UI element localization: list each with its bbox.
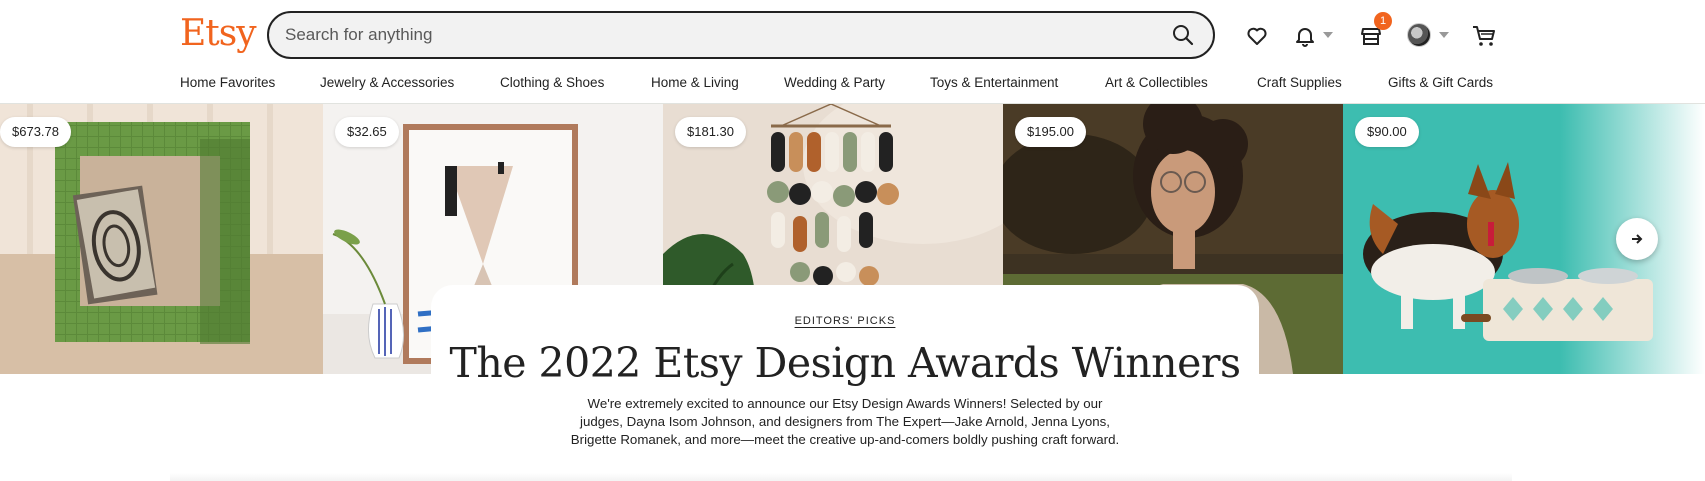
price-badge: $32.65 — [335, 117, 399, 147]
nav-item-jewelry-accessories[interactable]: Jewelry & Accessories — [320, 70, 454, 96]
price-badge: $90.00 — [1355, 117, 1419, 147]
section-divider — [170, 473, 1512, 481]
arrow-right-icon — [1632, 234, 1643, 244]
cart-button[interactable] — [1466, 18, 1502, 54]
nav-item-clothing-shoes[interactable]: Clothing & Shoes — [500, 70, 604, 96]
favorites-button[interactable] — [1239, 18, 1275, 54]
nav-item-home-favorites[interactable]: Home Favorites — [180, 70, 275, 96]
editorial-blurb: We're extremely excited to announce our … — [570, 396, 1120, 447]
notifications-button[interactable] — [1287, 18, 1323, 54]
notifications-caret-icon[interactable] — [1323, 32, 1333, 38]
bell-icon — [1296, 28, 1314, 47]
search-input[interactable] — [285, 13, 1145, 57]
nav-item-home-living[interactable]: Home & Living — [651, 70, 739, 96]
editorial-card: EDITORS' PICKS The 2022 Etsy Design Awar… — [431, 285, 1259, 481]
listing-tile[interactable]: $673.78 — [0, 104, 323, 374]
account-caret-icon[interactable] — [1439, 32, 1449, 38]
editorial-headline: The 2022 Etsy Design Awards Winners — [449, 339, 1241, 387]
nav-item-toys-entertainment[interactable]: Toys & Entertainment — [930, 70, 1058, 96]
editors-picks-link[interactable]: EDITORS' PICKS — [431, 315, 1259, 327]
nav-item-wedding-party[interactable]: Wedding & Party — [784, 70, 885, 96]
nav-item-craft-supplies[interactable]: Craft Supplies — [1257, 70, 1342, 96]
category-nav: Home Favorites Jewelry & Accessories Clo… — [0, 70, 1705, 96]
price-badge: $673.78 — [0, 117, 71, 147]
heart-icon — [1247, 27, 1267, 45]
nav-item-gifts-gift-cards[interactable]: Gifts & Gift Cards — [1388, 70, 1493, 96]
price-badge: $181.30 — [675, 117, 746, 147]
carousel-next-button[interactable] — [1616, 218, 1658, 260]
shop-badge: 1 — [1374, 12, 1392, 30]
site-header: Etsy 1 Home Favorites Jewelry & Accessor… — [0, 0, 1705, 104]
price-badge: $195.00 — [1015, 117, 1086, 147]
search-icon[interactable] — [1171, 23, 1195, 47]
search-bar[interactable] — [267, 11, 1215, 59]
avatar[interactable] — [1407, 23, 1431, 47]
nav-item-art-collectibles[interactable]: Art & Collectibles — [1105, 70, 1208, 96]
cart-icon — [1473, 26, 1495, 46]
etsy-logo[interactable]: Etsy — [180, 10, 257, 58]
